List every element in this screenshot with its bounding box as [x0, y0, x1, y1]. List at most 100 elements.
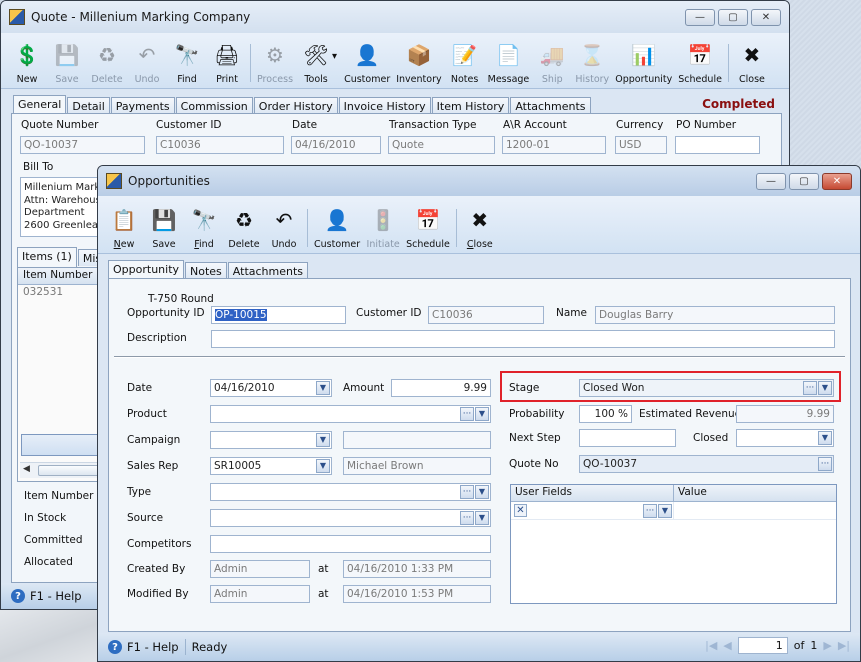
- tab-payments[interactable]: Payments: [110, 97, 175, 114]
- undo-button[interactable]: ↶ Undo: [264, 205, 304, 253]
- competitors-field[interactable]: [210, 535, 491, 553]
- currency-field[interactable]: USD: [615, 136, 667, 154]
- schedule-button[interactable]: 📅 Schedule: [403, 205, 453, 253]
- customer-id-field[interactable]: C10036: [156, 136, 284, 154]
- close-button[interactable]: ✖ Close: [460, 205, 500, 253]
- name-field[interactable]: Douglas Barry: [595, 306, 835, 324]
- help-text[interactable]: F1 - Help: [127, 640, 179, 654]
- opportunity-button[interactable]: 📊 Opportunity: [612, 40, 675, 88]
- campaign-field[interactable]: ▼: [210, 431, 332, 449]
- modified-at-field[interactable]: 04/16/2010 1:53 PM: [343, 585, 491, 603]
- description-field[interactable]: [211, 330, 835, 348]
- campaign-name-field[interactable]: [343, 431, 491, 449]
- quote-titlebar[interactable]: Quote - Millenium Marking Company — ▢ ✕: [1, 1, 789, 33]
- created-at-field[interactable]: 04/16/2010 1:33 PM: [343, 560, 491, 578]
- chevron-down-icon[interactable]: ▼: [475, 407, 489, 421]
- estimated-revenue-field[interactable]: 9.99: [736, 405, 834, 423]
- print-button[interactable]: 🖨 Print: [207, 40, 247, 88]
- save-button[interactable]: 💾 Save: [144, 205, 184, 253]
- quote-number-field[interactable]: QO-10037: [20, 136, 145, 154]
- tab-detail[interactable]: Detail: [67, 97, 110, 114]
- user-fields-column-header[interactable]: User Fields: [511, 485, 674, 501]
- tab-general[interactable]: General: [13, 95, 67, 115]
- first-record-icon[interactable]: |◀: [705, 639, 717, 652]
- minimize-button[interactable]: —: [685, 9, 715, 26]
- closed-field[interactable]: ▼: [736, 429, 834, 447]
- tab-opportunity[interactable]: Opportunity: [108, 260, 185, 280]
- date-field[interactable]: 04/16/2010 ▼: [210, 379, 332, 397]
- sales-rep-name-field[interactable]: Michael Brown: [343, 457, 491, 475]
- scroll-left-icon[interactable]: ◀: [23, 464, 30, 474]
- tools-button[interactable]: 🛠 Tools: [296, 40, 336, 88]
- scrollbar-thumb[interactable]: [38, 465, 106, 476]
- close-window-button[interactable]: ✕: [751, 9, 781, 26]
- ship-button[interactable]: 🚚 Ship: [532, 40, 572, 88]
- user-fields-row[interactable]: ✕ ··· ▼: [511, 502, 836, 520]
- record-number-input[interactable]: 1: [737, 637, 788, 654]
- stage-field[interactable]: Closed Won ··· ▼: [579, 379, 834, 397]
- date-field[interactable]: 04/16/2010: [291, 136, 381, 154]
- chevron-down-icon[interactable]: ▼: [818, 431, 832, 445]
- items-grid-row[interactable]: 032531: [18, 285, 106, 299]
- minimize-button[interactable]: —: [756, 173, 786, 190]
- items-grid-header[interactable]: Item Number: [18, 268, 106, 285]
- chevron-down-icon[interactable]: ▼: [316, 433, 330, 447]
- previous-record-icon[interactable]: ◀: [723, 639, 731, 652]
- ellipsis-icon[interactable]: ···: [803, 381, 817, 395]
- ellipsis-icon[interactable]: ···: [643, 504, 657, 518]
- chevron-down-icon[interactable]: ▼: [475, 485, 489, 499]
- transaction-type-field[interactable]: Quote: [388, 136, 495, 154]
- new-button[interactable]: 📋 New: [104, 205, 144, 253]
- ellipsis-icon[interactable]: ···: [818, 457, 832, 471]
- new-button[interactable]: 💲 New: [7, 40, 47, 88]
- po-number-field[interactable]: [675, 136, 760, 154]
- customer-button[interactable]: 👤 Customer: [311, 205, 363, 253]
- ar-account-field[interactable]: 1200-01: [502, 136, 606, 154]
- horizontal-scrollbar[interactable]: ◀: [20, 462, 106, 478]
- find-button[interactable]: 🔭 Find: [184, 205, 224, 253]
- undo-button[interactable]: ↶ Undo: [127, 40, 167, 88]
- maximize-button[interactable]: ▢: [718, 9, 748, 26]
- user-field-value-cell[interactable]: [674, 502, 836, 519]
- maximize-button[interactable]: ▢: [789, 173, 819, 190]
- sales-rep-field[interactable]: SR10005 ▼: [210, 457, 332, 475]
- type-field[interactable]: ··· ▼: [210, 483, 491, 501]
- customer-button[interactable]: 👤 Customer: [341, 40, 393, 88]
- tab-commission[interactable]: Commission: [175, 97, 253, 114]
- chevron-down-icon[interactable]: ▼: [475, 511, 489, 525]
- tab-invoice-history[interactable]: Invoice History: [338, 97, 431, 114]
- help-text[interactable]: F1 - Help: [30, 589, 82, 603]
- chevron-down-icon[interactable]: ▼: [818, 381, 832, 395]
- delete-button[interactable]: ♻ Delete: [224, 205, 264, 253]
- quote-no-field[interactable]: QO-10037 ···: [579, 455, 834, 473]
- close-window-button[interactable]: ✕: [822, 173, 852, 190]
- delete-button[interactable]: ♻ Delete: [87, 40, 127, 88]
- customer-id-field[interactable]: C10036: [428, 306, 544, 324]
- amount-field[interactable]: 9.99: [391, 379, 491, 397]
- notes-button[interactable]: 📝 Notes: [445, 40, 485, 88]
- product-field[interactable]: ··· ▼: [210, 405, 491, 423]
- last-record-icon[interactable]: ▶|: [838, 639, 850, 652]
- ellipsis-icon[interactable]: ···: [460, 485, 474, 499]
- source-field[interactable]: ··· ▼: [210, 509, 491, 527]
- modified-by-field[interactable]: Admin: [210, 585, 310, 603]
- close-button[interactable]: ✖ Close: [732, 40, 772, 88]
- probability-field[interactable]: 100 %: [579, 405, 632, 423]
- tab-attachments[interactable]: Attachments: [227, 262, 309, 279]
- tab-items[interactable]: Items (1): [17, 247, 77, 267]
- process-button[interactable]: ⚙ Process: [254, 40, 296, 88]
- next-step-field[interactable]: [579, 429, 676, 447]
- next-record-icon[interactable]: ▶: [823, 639, 831, 652]
- ellipsis-icon[interactable]: ···: [460, 511, 474, 525]
- message-button[interactable]: 📄 Message: [485, 40, 533, 88]
- find-button[interactable]: 🔭 Find: [167, 40, 207, 88]
- tab-item-history[interactable]: Item History: [431, 97, 510, 114]
- created-by-field[interactable]: Admin: [210, 560, 310, 578]
- value-column-header[interactable]: Value: [674, 485, 836, 501]
- delete-row-icon[interactable]: ✕: [514, 504, 527, 517]
- initiate-button[interactable]: 🚦 Initiate: [363, 205, 403, 253]
- chevron-down-icon[interactable]: ▼: [316, 381, 330, 395]
- history-button[interactable]: ⌛ History: [572, 40, 612, 88]
- inventory-button[interactable]: 📦 Inventory: [393, 40, 444, 88]
- tab-order-history[interactable]: Order History: [253, 97, 338, 114]
